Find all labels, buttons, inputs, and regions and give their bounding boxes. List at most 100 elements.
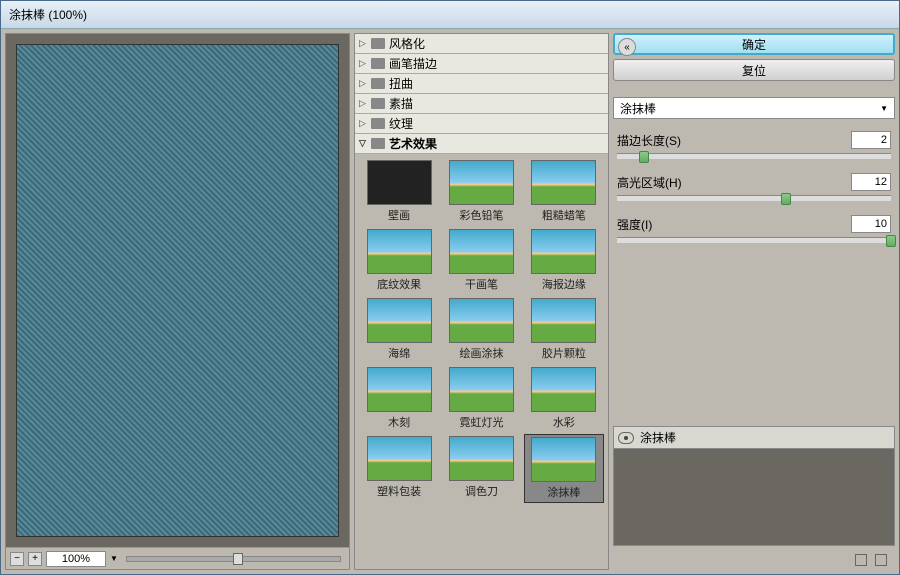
folder-icon [371,58,385,69]
thumb-image [531,160,596,205]
thumb-label: 塑料包装 [361,483,437,499]
param-slider-2[interactable] [617,237,891,243]
filter-thumb-9[interactable]: 木刻 [359,365,439,432]
thumb-label: 涂抹棒 [527,484,601,500]
zoom-input[interactable] [46,551,106,567]
thumb-image [367,436,432,481]
thumb-label: 霓虹灯光 [443,414,519,430]
preview-panel: − + ▼ [5,33,350,570]
thumb-label: 调色刀 [443,483,519,499]
arrow-down-icon: ▽ [359,138,371,149]
category-3[interactable]: ▷ 素描 [355,94,608,114]
filter-thumb-1[interactable]: 彩色铅笔 [441,158,521,225]
thumb-label: 壁画 [361,207,437,223]
category-4[interactable]: ▷纹理 [355,114,608,134]
zoom-in-button[interactable]: + [28,552,42,566]
thumb-label: 木刻 [361,414,437,430]
thumb-label: 粗糙蜡笔 [526,207,602,223]
reset-button[interactable]: 复位 [613,59,895,81]
settings-panel: 确定 复位 涂抹棒 ▼ 描边长度(S) 高光区域(H) 强度(I) 涂抹棒 [613,33,895,570]
param-row-0: 描边长度(S) [617,131,891,149]
param-input-0[interactable] [851,131,891,149]
category-2[interactable]: ▷ 扭曲 [355,74,608,94]
param-row-1: 高光区域(H) [617,173,891,191]
new-layer-icon[interactable] [855,554,867,566]
param-label: 描边长度(S) [617,132,851,149]
main-content: − + ▼ ▷风格化▷画笔描边▷扭曲▷素描▷纹理▽艺术效果 壁画彩色铅笔粗糙蜡笔… [1,29,899,574]
zoom-out-button[interactable]: − [10,552,24,566]
thumb-image [367,229,432,274]
filter-thumb-8[interactable]: 胶片颗粒 [524,296,604,363]
thumb-image [449,298,514,343]
filter-thumb-11[interactable]: 水彩 [524,365,604,432]
ok-button[interactable]: 确定 [613,33,895,55]
filter-thumb-5[interactable]: 海报边缘 [524,227,604,294]
filter-thumb-12[interactable]: 塑料包装 [359,434,439,503]
thumb-image [531,367,596,412]
thumb-label: 绘画涂抹 [443,345,519,361]
param-label: 强度(I) [617,216,851,233]
effect-layers-panel: 涂抹棒 [613,426,895,546]
category-label: 扭曲 [389,75,413,92]
preview-slider[interactable] [126,556,341,562]
category-label: 画笔描边 [389,55,437,72]
category-5[interactable]: ▽ 艺术效果 [355,134,608,154]
thumb-label: 彩色铅笔 [443,207,519,223]
category-label: 艺术效果 [389,135,437,152]
param-input-2[interactable] [851,215,891,233]
param-slider-1[interactable] [617,195,891,201]
category-0[interactable]: ▷风格化 [355,34,608,54]
arrow-right-icon: ▷ [359,98,371,109]
param-row-2: 强度(I) [617,215,891,233]
thumb-image [449,367,514,412]
filter-gallery-window: 涂抹棒 (100%) − + ▼ ▷风格化▷画笔描边▷扭曲▷素描▷纹理▽艺术效果… [0,0,900,575]
collapse-button[interactable]: « [618,38,636,56]
param-slider-0[interactable] [617,153,891,159]
thumb-image [367,160,432,205]
folder-icon [371,118,385,129]
chevron-down-icon: ▼ [880,104,888,113]
thumb-label: 海绵 [361,345,437,361]
titlebar: 涂抹棒 (100%) [1,1,899,29]
category-1[interactable]: ▷ 画笔描边 [355,54,608,74]
param-label: 高光区域(H) [617,174,851,191]
layer-label: 涂抹棒 [640,429,676,446]
filter-thumb-14[interactable]: 涂抹棒 [524,434,604,503]
arrow-right-icon: ▷ [359,78,371,89]
filter-thumbnails: 壁画彩色铅笔粗糙蜡笔底纹效果干画笔海报边缘海绵绘画涂抹胶片颗粒木刻霓虹灯光水彩塑… [355,154,608,507]
arrow-right-icon: ▷ [359,38,371,49]
filter-tree-panel: ▷风格化▷画笔描边▷扭曲▷素描▷纹理▽艺术效果 壁画彩色铅笔粗糙蜡笔底纹效果干画… [354,33,609,570]
filter-thumb-13[interactable]: 调色刀 [441,434,521,503]
layer-toolbar [613,550,895,570]
category-label: 纹理 [389,115,413,132]
preview-image[interactable] [16,44,339,537]
parameters: 描边长度(S) 高光区域(H) 强度(I) [613,123,895,422]
filter-thumb-4[interactable]: 干画笔 [441,227,521,294]
thumb-image [367,367,432,412]
filter-thumb-6[interactable]: 海绵 [359,296,439,363]
param-input-1[interactable] [851,173,891,191]
thumb-label: 干画笔 [443,276,519,292]
window-title: 涂抹棒 (100%) [9,6,87,23]
visibility-icon[interactable] [618,432,634,444]
filter-thumb-10[interactable]: 霓虹灯光 [441,365,521,432]
filter-thumb-3[interactable]: 底纹效果 [359,227,439,294]
thumb-label: 水彩 [526,414,602,430]
thumb-image [531,298,596,343]
thumb-image [449,229,514,274]
thumb-image [449,436,514,481]
thumb-image [531,437,596,482]
delete-layer-icon[interactable] [875,554,887,566]
dropdown-arrow-icon[interactable]: ▼ [110,554,118,563]
effect-layer[interactable]: 涂抹棒 [614,427,894,449]
thumb-image [367,298,432,343]
filter-thumb-2[interactable]: 粗糙蜡笔 [524,158,604,225]
folder-icon [371,138,385,149]
preview-controls: − + ▼ [6,547,349,569]
thumb-image [449,160,514,205]
filter-thumb-7[interactable]: 绘画涂抹 [441,296,521,363]
filter-dropdown[interactable]: 涂抹棒 ▼ [613,97,895,119]
filter-thumb-0[interactable]: 壁画 [359,158,439,225]
arrow-right-icon: ▷ [359,58,371,69]
category-label: 素描 [389,95,413,112]
